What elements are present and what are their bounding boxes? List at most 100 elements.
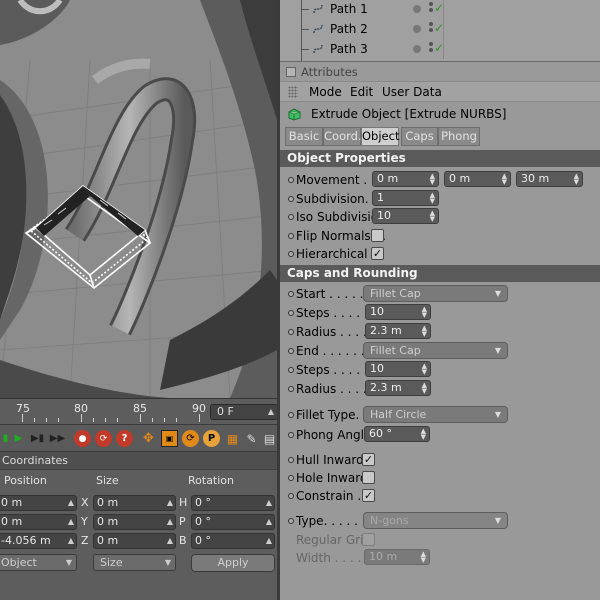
scale-key-icon[interactable]: ▣ [161, 430, 178, 447]
animation-dot-icon[interactable] [288, 251, 294, 257]
position-x-field[interactable]: 0 m ▲ [0, 495, 77, 511]
position-z-field[interactable]: -4.056 m ▲ [0, 533, 77, 549]
animation-dot-icon[interactable] [288, 493, 294, 499]
animation-dot-icon[interactable] [288, 348, 294, 354]
phong-angle-field[interactable]: 60 ° ▲ ▼ [364, 426, 430, 442]
key-interp-icon[interactable]: ✎ [243, 430, 260, 447]
step-forward-icon[interactable]: ▶▮ [29, 430, 46, 447]
spinner-icon[interactable]: ▲ ▼ [502, 173, 507, 186]
end-radius-field[interactable]: 2.3 m ▲ ▼ [365, 380, 431, 396]
current-frame-field[interactable]: 0 F ▲ [210, 404, 278, 420]
panel-toggle-icon[interactable] [286, 67, 296, 77]
timeline-ruler[interactable]: 75 80 85 90 0 F ▲ [0, 398, 280, 424]
animation-dot-icon[interactable] [288, 196, 294, 202]
tab-phong[interactable]: Phong [438, 127, 480, 146]
hole-inwards-checkbox[interactable] [362, 471, 375, 484]
end-cap-select[interactable]: Fillet Cap ▼ [363, 342, 508, 359]
animation-dot-icon[interactable] [288, 329, 294, 335]
spinner-icon[interactable]: ▲ ▼ [422, 306, 427, 319]
start-cap-select[interactable]: Fillet Cap ▼ [363, 285, 508, 302]
rotation-p-field[interactable]: 0 ° ▲ [191, 514, 275, 530]
spinner-icon[interactable]: ▲ ▼ [430, 173, 435, 186]
spinner-icon[interactable]: ▲ [167, 496, 173, 510]
movement-y-field[interactable]: 0 m ▲ ▼ [444, 171, 511, 187]
spinner-icon[interactable]: ▲ ▼ [421, 551, 426, 564]
end-steps-field[interactable]: 10 ▲ ▼ [365, 361, 431, 377]
animation-dot-icon[interactable] [288, 386, 294, 392]
spinner-icon[interactable]: ▲ [266, 496, 272, 510]
animation-dot-icon[interactable] [288, 457, 294, 463]
3d-viewport[interactable] [0, 0, 277, 398]
size-z-field[interactable]: 0 m ▲ [93, 533, 176, 549]
spinner-icon[interactable]: ▲ [266, 515, 272, 529]
coordinate-mode-select[interactable]: Object ▼ [0, 554, 77, 571]
spinner-icon[interactable]: ▲ [68, 534, 74, 548]
menu-edit[interactable]: Edit [350, 85, 373, 99]
animation-dot-icon[interactable] [288, 432, 294, 438]
layer-dot[interactable] [413, 5, 421, 13]
spinner-icon[interactable]: ▲ [268, 405, 274, 419]
type-select[interactable]: N-gons ▼ [363, 512, 508, 529]
flip-normals-checkbox[interactable] [371, 229, 384, 242]
position-y-field[interactable]: 0 m ▲ [0, 514, 77, 530]
size-x-field[interactable]: 0 m ▲ [93, 495, 176, 511]
subdivision-field[interactable]: 1 ▲ ▼ [372, 190, 439, 206]
spinner-icon[interactable]: ▲ ▼ [574, 173, 579, 186]
animation-dot-icon[interactable] [288, 518, 294, 524]
iso-subdivision-field[interactable]: 10 ▲ ▼ [372, 208, 439, 224]
spinner-icon[interactable]: ▲ ▼ [422, 382, 427, 395]
list-item[interactable]: Path 3 ✓ [280, 39, 600, 61]
spinner-icon[interactable]: ▲ ▼ [430, 210, 435, 223]
regular-grid-checkbox[interactable] [362, 533, 375, 546]
go-to-end-icon[interactable]: ▶▶ [49, 430, 66, 447]
animation-dot-icon[interactable] [288, 475, 294, 481]
spinner-icon[interactable]: ▲ [68, 496, 74, 510]
animation-dot-icon[interactable] [288, 310, 294, 316]
rotate-key-icon[interactable]: ⟳ [182, 430, 199, 447]
start-radius-field[interactable]: 2.3 m ▲ ▼ [365, 323, 431, 339]
spinner-icon[interactable]: ▲ [167, 515, 173, 529]
fillet-type-select[interactable]: Half Circle ▼ [363, 406, 508, 423]
spinner-icon[interactable]: ▲ [68, 515, 74, 529]
play-icon[interactable]: ▶ [10, 430, 27, 447]
list-item[interactable]: Path 2 ✓ [280, 19, 600, 39]
spinner-icon[interactable]: ▲ ▼ [430, 192, 435, 205]
animation-dot-icon[interactable] [288, 367, 294, 373]
animation-dot-icon[interactable] [288, 177, 294, 183]
spinner-icon[interactable]: ▲ ▼ [422, 325, 427, 338]
menu-mode[interactable]: Mode [309, 85, 342, 99]
help-icon[interactable]: ? [116, 430, 133, 447]
spinner-icon[interactable]: ▲ ▼ [422, 363, 427, 376]
spinner-icon[interactable]: ▲ [266, 534, 272, 548]
tab-coord[interactable]: Coord. [323, 127, 362, 146]
rotation-b-field[interactable]: 0 ° ▲ [191, 533, 275, 549]
tab-basic[interactable]: Basic [285, 127, 323, 146]
animation-dot-icon[interactable] [288, 214, 294, 220]
animation-dot-icon[interactable] [288, 291, 294, 297]
layer-dot[interactable] [413, 45, 421, 53]
size-y-field[interactable]: 0 m ▲ [93, 514, 176, 530]
movement-z-field[interactable]: 30 m ▲ ▼ [516, 171, 583, 187]
constrain-checkbox[interactable]: ✓ [362, 489, 375, 502]
rotation-h-field[interactable]: 0 ° ▲ [191, 495, 275, 511]
spinner-icon[interactable]: ▲ [167, 534, 173, 548]
movement-x-field[interactable]: 0 m ▲ ▼ [372, 171, 439, 187]
hull-inwards-checkbox[interactable]: ✓ [362, 453, 375, 466]
size-mode-select[interactable]: Size ▼ [93, 554, 176, 571]
record-icon[interactable]: ● [74, 430, 91, 447]
start-steps-field[interactable]: 10 ▲ ▼ [365, 304, 431, 320]
menu-user-data[interactable]: User Data [382, 85, 442, 99]
hierarchical-checkbox[interactable]: ✓ [371, 247, 384, 260]
autokey-icon[interactable]: ⟳ [95, 430, 112, 447]
grip-icon[interactable] [288, 86, 298, 98]
apply-button[interactable]: Apply [191, 554, 275, 572]
param-key-icon[interactable]: P [203, 430, 220, 447]
spinner-icon[interactable]: ▲ ▼ [421, 428, 426, 441]
list-item[interactable]: Path 1 ✓ [280, 0, 600, 19]
timeline-window-icon[interactable]: ▤ [261, 430, 278, 447]
animation-dot-icon[interactable] [288, 233, 294, 239]
tab-caps[interactable]: Caps [401, 127, 438, 146]
animation-dot-icon[interactable] [288, 412, 294, 418]
pla-key-icon[interactable]: ▦ [224, 430, 241, 447]
width-field[interactable]: 10 m ▲ ▼ [364, 549, 430, 565]
